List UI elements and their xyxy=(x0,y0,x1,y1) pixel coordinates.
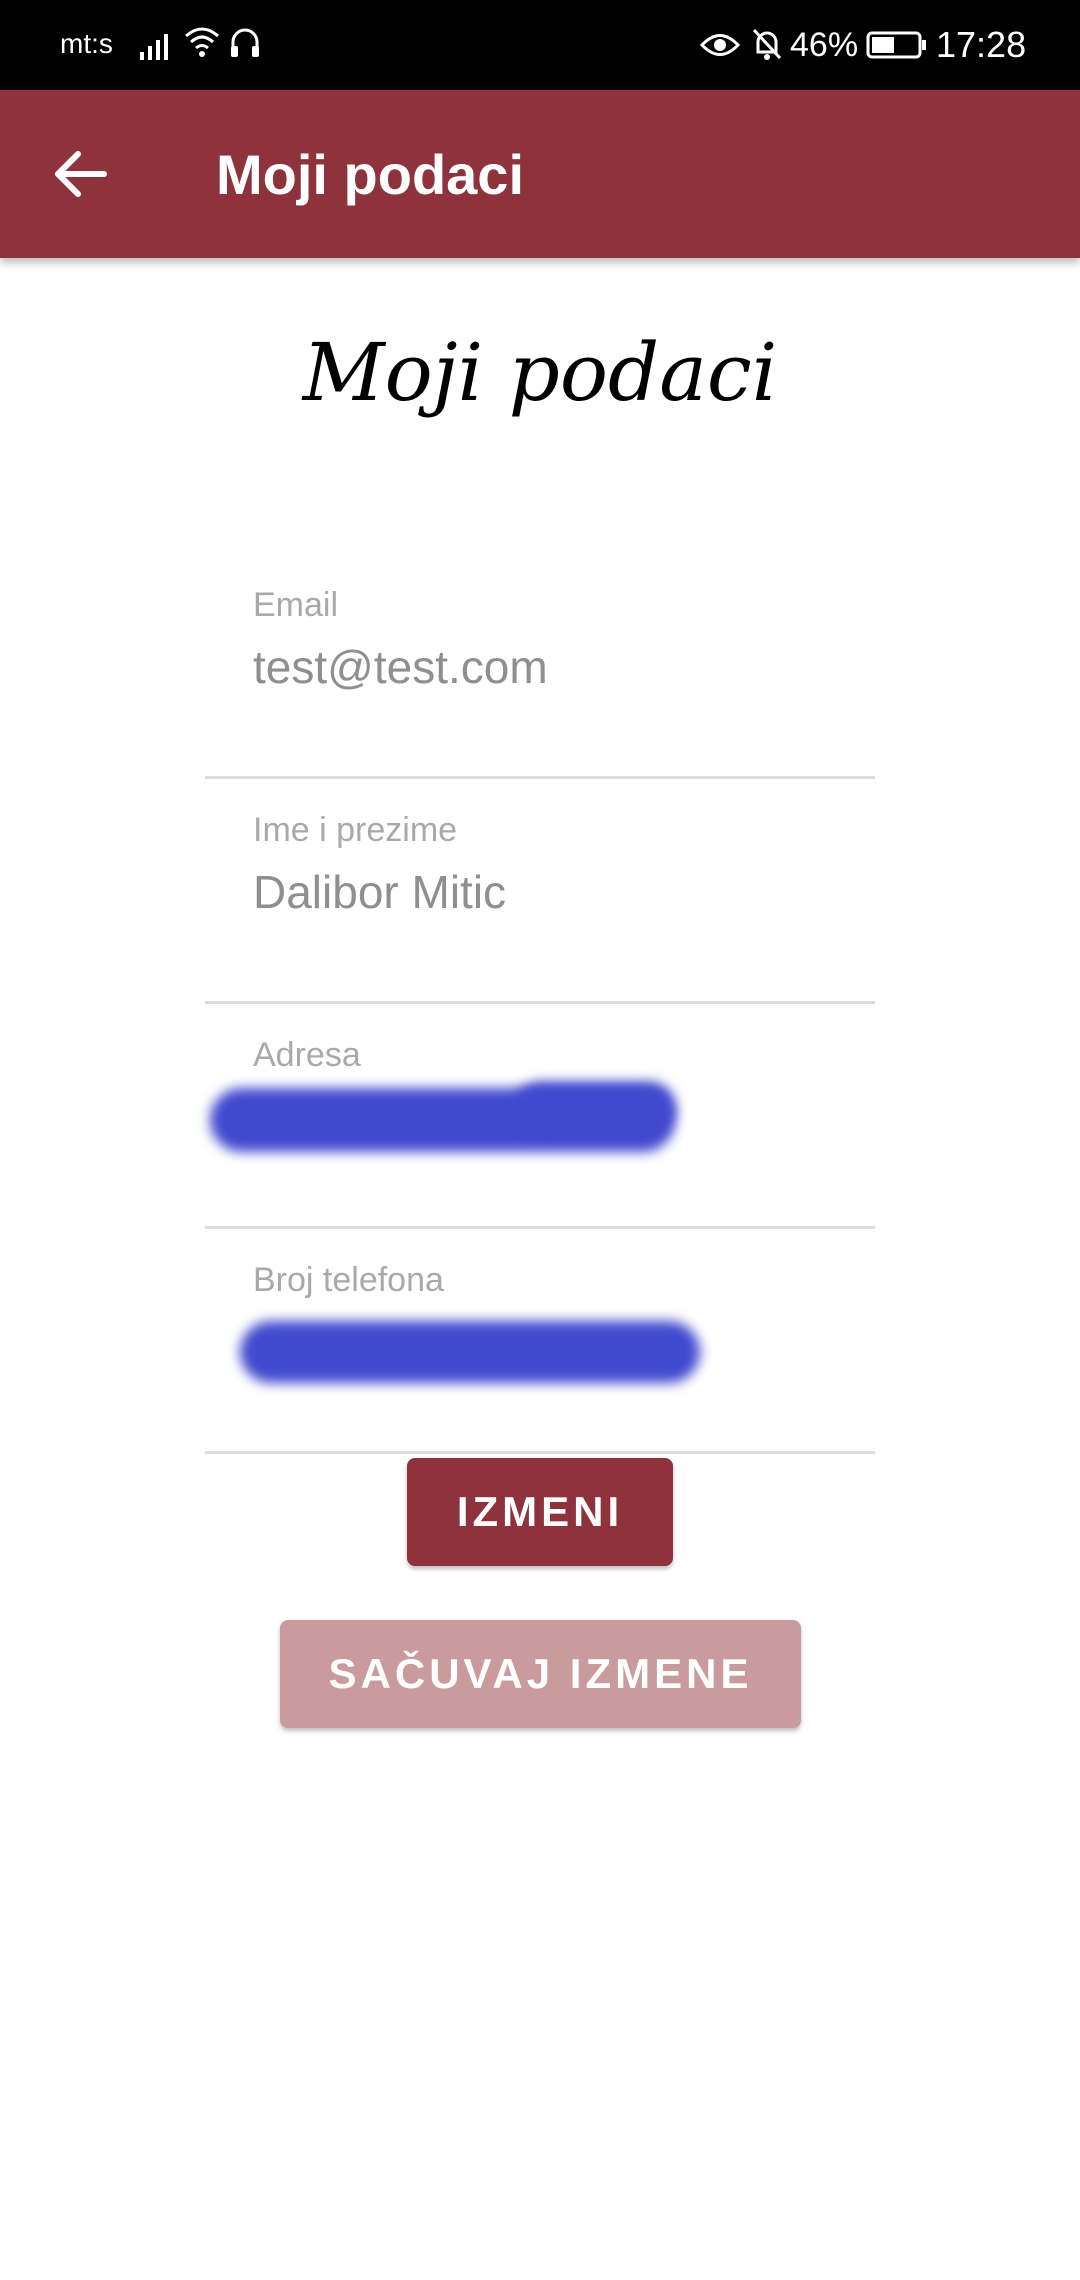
app-bar-title: Moji podaci xyxy=(216,143,524,206)
headphones-icon xyxy=(231,28,259,57)
address-field[interactable]: Adresa xyxy=(205,1036,875,1229)
address-label: Adresa xyxy=(253,1036,361,1074)
email-label: Email xyxy=(253,586,339,624)
eye-icon xyxy=(700,34,740,56)
carrier-label: mt:s xyxy=(60,28,113,59)
arrow-left-icon[interactable] xyxy=(50,144,110,204)
name-value[interactable]: Dalibor Mitic xyxy=(253,865,506,919)
bell-off-icon xyxy=(752,28,782,60)
phone-field[interactable]: Broj telefona xyxy=(205,1261,875,1454)
signal-icon xyxy=(140,34,168,60)
wifi-icon xyxy=(185,27,219,57)
clock: 17:28 xyxy=(936,24,1027,65)
battery-percent: 46% xyxy=(790,26,859,64)
name-label: Ime i prezime xyxy=(253,811,458,849)
app-bar: Moji podaci xyxy=(0,90,1080,258)
status-bar: mt:s 46% 17:28 xyxy=(0,0,1080,90)
battery-icon xyxy=(866,31,926,59)
phone-label: Broj telefona xyxy=(253,1261,444,1299)
redacted-address-part xyxy=(515,1082,675,1132)
page-heading: Moji podaci xyxy=(302,326,778,419)
save-changes-button[interactable]: SAČUVAJ IZMENE xyxy=(280,1620,801,1728)
edit-button[interactable]: IZMENI xyxy=(407,1458,673,1566)
name-field[interactable]: Ime i prezime Dalibor Mitic xyxy=(205,811,875,1004)
redacted-phone xyxy=(240,1321,700,1383)
email-field[interactable]: Email test@test.com xyxy=(205,586,875,779)
email-value[interactable]: test@test.com xyxy=(253,640,548,694)
